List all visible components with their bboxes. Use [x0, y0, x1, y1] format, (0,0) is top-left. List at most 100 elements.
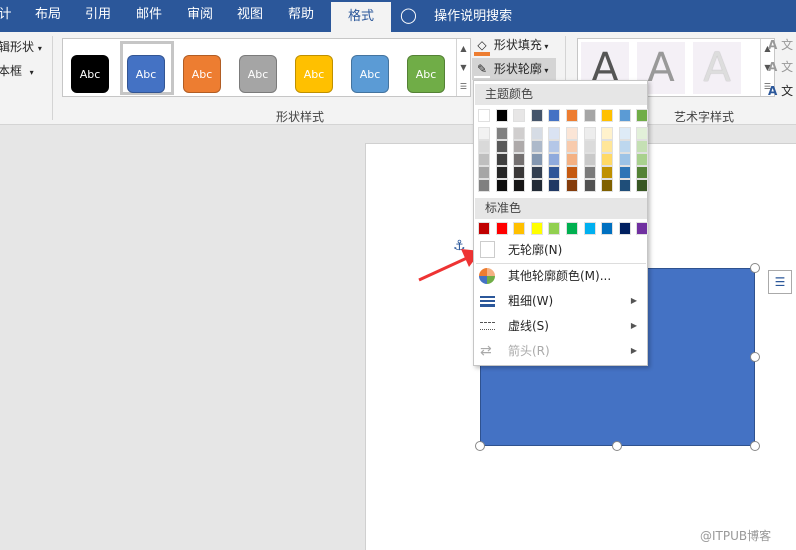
- theme-shade-swatch[interactable]: [601, 140, 614, 153]
- theme-shade-swatch[interactable]: [566, 179, 578, 192]
- theme-shade-swatch[interactable]: [618, 140, 631, 153]
- tab-format[interactable]: 格式: [331, 2, 391, 32]
- theme-shade-swatch[interactable]: [530, 166, 543, 179]
- theme-shade-swatch[interactable]: [583, 179, 596, 192]
- theme-shade-swatch[interactable]: [495, 127, 508, 140]
- wordart-style-3[interactable]: A: [693, 42, 741, 94]
- theme-shade-swatch[interactable]: [566, 166, 578, 179]
- theme-color-swatch[interactable]: [583, 109, 596, 122]
- theme-shade-swatch[interactable]: [601, 166, 614, 179]
- theme-shade-swatch[interactable]: [636, 127, 649, 140]
- theme-shade-swatch[interactable]: [478, 127, 490, 140]
- standard-color-swatch[interactable]: [478, 222, 490, 235]
- no-outline-item[interactable]: 无轮廓(N): [474, 238, 647, 262]
- theme-shade-swatch[interactable]: [513, 127, 526, 140]
- resize-handle[interactable]: [750, 263, 760, 273]
- theme-shade-swatch[interactable]: [618, 179, 631, 192]
- theme-shade-swatch[interactable]: [583, 127, 596, 140]
- shape-style-1[interactable]: Abc: [71, 55, 109, 93]
- standard-color-swatch[interactable]: [566, 222, 578, 235]
- theme-shade-swatch[interactable]: [530, 127, 543, 140]
- tab-help[interactable]: 帮助: [281, 0, 321, 32]
- resize-handle[interactable]: [612, 441, 622, 451]
- theme-shade-swatch[interactable]: [548, 140, 561, 153]
- theme-color-swatch[interactable]: [618, 109, 631, 122]
- gallery-scroll-down[interactable]: ▼: [456, 58, 470, 77]
- theme-shade-swatch[interactable]: [583, 140, 596, 153]
- theme-shade-swatch[interactable]: [601, 179, 614, 192]
- theme-shade-swatch[interactable]: [513, 140, 526, 153]
- shape-style-7[interactable]: Abc: [407, 55, 445, 93]
- theme-shade-swatch[interactable]: [548, 127, 561, 140]
- theme-shade-swatch[interactable]: [566, 127, 578, 140]
- theme-shade-swatch[interactable]: [478, 179, 490, 192]
- theme-shade-swatch[interactable]: [478, 166, 490, 179]
- standard-color-swatch[interactable]: [495, 222, 508, 235]
- theme-shade-swatch[interactable]: [513, 153, 526, 166]
- standard-color-swatch[interactable]: [618, 222, 631, 235]
- shape-style-2[interactable]: Abc: [127, 55, 165, 93]
- theme-shade-swatch[interactable]: [583, 166, 596, 179]
- gallery-scroll-up[interactable]: ▲: [456, 39, 470, 58]
- text-fill-button[interactable]: A 文: [768, 36, 793, 53]
- resize-handle[interactable]: [750, 441, 760, 451]
- theme-shade-swatch[interactable]: [566, 153, 578, 166]
- theme-color-swatch[interactable]: [530, 109, 543, 122]
- theme-shade-swatch[interactable]: [548, 166, 561, 179]
- theme-color-swatch[interactable]: [601, 109, 614, 122]
- theme-shade-swatch[interactable]: [548, 179, 561, 192]
- theme-shade-swatch[interactable]: [636, 153, 649, 166]
- shape-fill-button[interactable]: ◇ 形状填充 ▾: [474, 35, 556, 56]
- standard-color-swatch[interactable]: [548, 222, 561, 235]
- dashes-item[interactable]: 虚线(S) ▶: [474, 314, 647, 338]
- theme-shade-swatch[interactable]: [618, 166, 631, 179]
- text-box-button[interactable]: 本框 ▾: [0, 62, 34, 79]
- theme-shade-swatch[interactable]: [530, 179, 543, 192]
- theme-shade-swatch[interactable]: [636, 140, 649, 153]
- theme-shade-swatch[interactable]: [495, 166, 508, 179]
- resize-handle[interactable]: [750, 352, 760, 362]
- theme-shade-swatch[interactable]: [495, 140, 508, 153]
- shape-style-6[interactable]: Abc: [351, 55, 389, 93]
- standard-color-swatch[interactable]: [513, 222, 526, 235]
- theme-shade-swatch[interactable]: [530, 153, 543, 166]
- tab-mailings[interactable]: 邮件: [129, 0, 169, 32]
- layout-options-icon[interactable]: ☰: [768, 270, 792, 294]
- standard-color-swatch[interactable]: [583, 222, 596, 235]
- text-effects-button[interactable]: A 文: [768, 82, 793, 99]
- shape-style-3[interactable]: Abc: [183, 55, 221, 93]
- theme-color-swatch[interactable]: [495, 109, 508, 122]
- theme-color-swatch[interactable]: [478, 109, 490, 122]
- standard-color-swatch[interactable]: [601, 222, 614, 235]
- tab-layout[interactable]: 布局: [28, 0, 68, 32]
- theme-shade-swatch[interactable]: [478, 153, 490, 166]
- theme-shade-swatch[interactable]: [636, 179, 649, 192]
- text-outline-button[interactable]: A 文: [768, 58, 793, 75]
- tab-design[interactable]: 计: [0, 0, 14, 32]
- theme-shade-swatch[interactable]: [513, 166, 526, 179]
- standard-color-swatch[interactable]: [636, 222, 649, 235]
- resize-handle[interactable]: [475, 441, 485, 451]
- weight-item[interactable]: 粗细(W) ▶: [474, 289, 647, 313]
- theme-color-swatch[interactable]: [513, 109, 526, 122]
- theme-color-swatch[interactable]: [566, 109, 578, 122]
- gallery-expand[interactable]: ☰: [456, 77, 470, 96]
- shape-outline-button[interactable]: ✎ 形状轮廓 ▾: [472, 58, 556, 80]
- theme-shade-swatch[interactable]: [618, 127, 631, 140]
- theme-shade-swatch[interactable]: [530, 140, 543, 153]
- edit-shape-button[interactable]: 辑形状 ▾: [0, 38, 42, 55]
- shape-style-5[interactable]: Abc: [295, 55, 333, 93]
- theme-shade-swatch[interactable]: [618, 153, 631, 166]
- theme-shade-swatch[interactable]: [478, 140, 490, 153]
- tell-me-search[interactable]: ◯ 操作说明搜索: [400, 0, 530, 32]
- tab-review[interactable]: 审阅: [180, 0, 220, 32]
- tab-references[interactable]: 引用: [78, 0, 118, 32]
- theme-shade-swatch[interactable]: [548, 153, 561, 166]
- more-outline-colors-item[interactable]: 其他轮廓颜色(M)...: [474, 264, 647, 288]
- theme-shade-swatch[interactable]: [583, 153, 596, 166]
- theme-shade-swatch[interactable]: [636, 166, 649, 179]
- theme-shade-swatch[interactable]: [495, 153, 508, 166]
- theme-shade-swatch[interactable]: [601, 153, 614, 166]
- tab-view[interactable]: 视图: [230, 0, 270, 32]
- theme-shade-swatch[interactable]: [513, 179, 526, 192]
